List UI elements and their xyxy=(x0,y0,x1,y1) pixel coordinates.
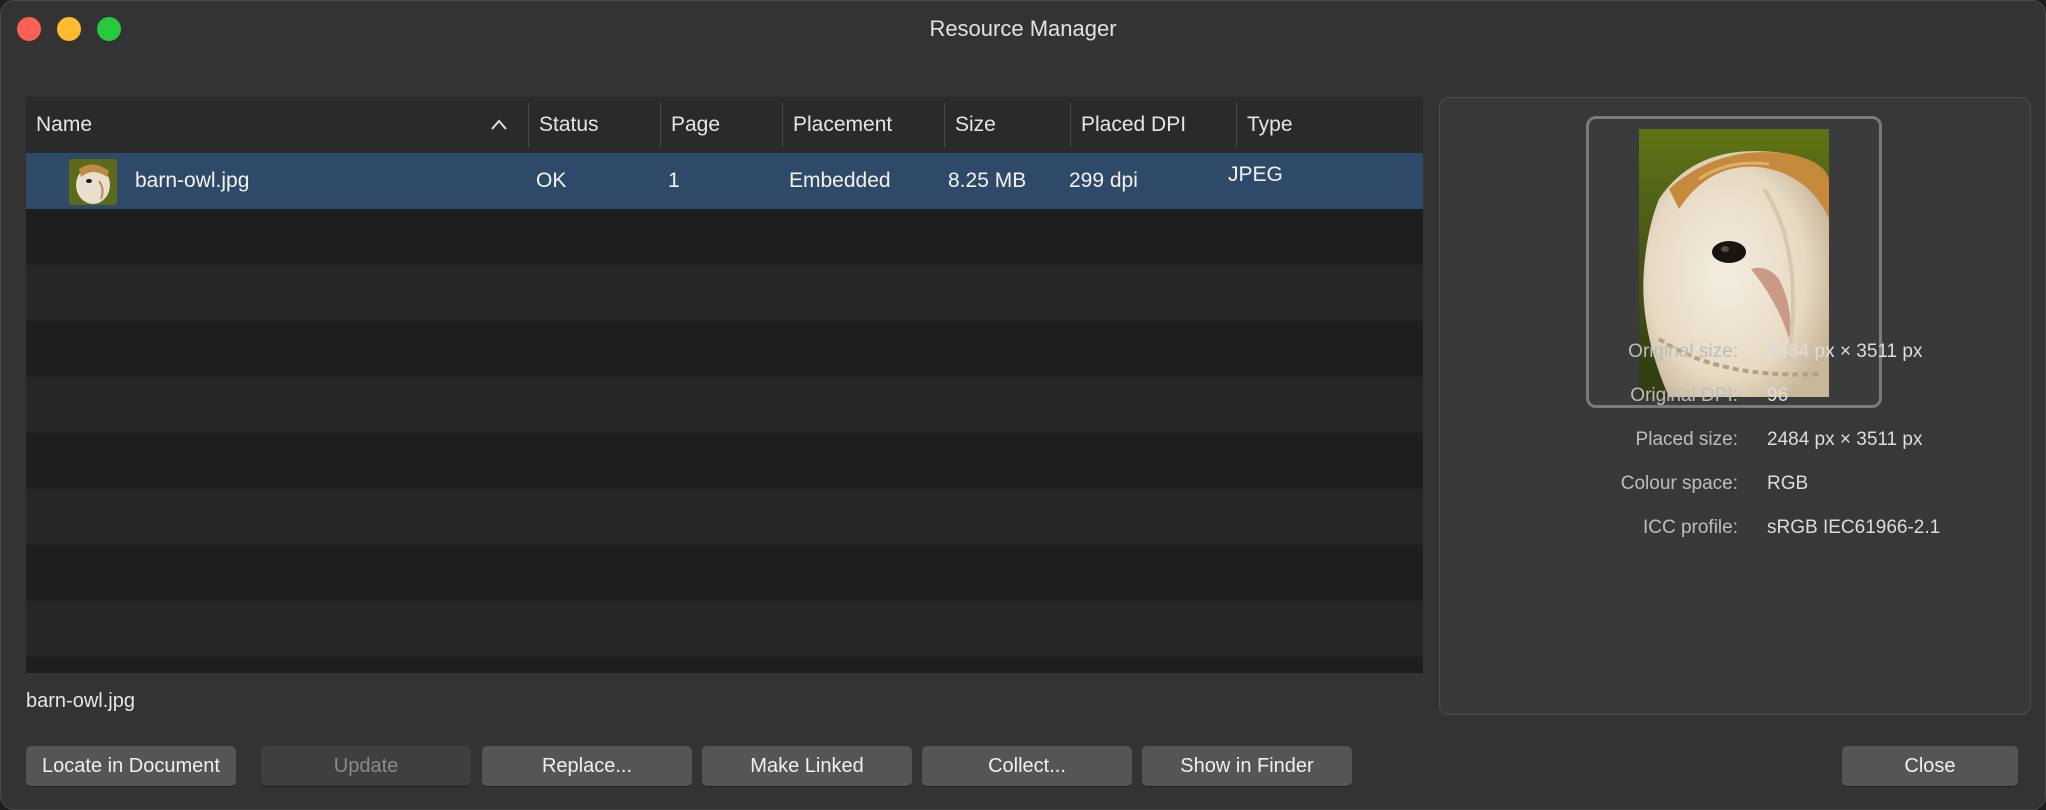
info-original-size: Original size: 2484 px × 3511 px xyxy=(1440,341,2030,371)
info-value: sRGB IEC61966-2.1 xyxy=(1767,517,1941,538)
resource-placement: Embedded xyxy=(789,169,891,192)
window-title: Resource Manager xyxy=(929,16,1117,41)
resource-size: 8.25 MB xyxy=(948,169,1027,192)
replace-button[interactable]: Replace... xyxy=(482,746,692,786)
barn-owl-thumbnail xyxy=(69,159,117,205)
column-header-page[interactable]: Page xyxy=(661,97,781,153)
empty-row xyxy=(26,321,1423,377)
resource-manager-window: Resource Manager Name Status Page Placem… xyxy=(0,0,2046,810)
resource-table: Name Status Page Placement Size Placed D… xyxy=(26,97,1423,673)
info-placed-size: Placed size: 2484 px × 3511 px xyxy=(1440,429,2030,459)
preview-panel: Original size: 2484 px × 3511 px Origina… xyxy=(1439,97,2031,715)
column-header-placed-dpi[interactable]: Placed DPI xyxy=(1071,97,1236,153)
resource-placed-dpi: 299 dpi xyxy=(1069,169,1138,192)
empty-row xyxy=(26,209,1423,265)
info-label: Original DPI: xyxy=(1630,385,1738,406)
empty-row xyxy=(26,433,1423,489)
resource-page: 1 xyxy=(668,169,680,192)
info-label: Placed size: xyxy=(1635,429,1738,450)
table-header: Name Status Page Placement Size Placed D… xyxy=(26,97,1423,153)
chevron-up-icon[interactable] xyxy=(489,115,509,135)
info-value: 96 xyxy=(1767,385,1789,406)
info-value: RGB xyxy=(1767,473,1809,494)
column-header-placement[interactable]: Placement xyxy=(783,97,943,153)
empty-row xyxy=(26,545,1423,601)
table-row[interactable]: barn-owl.jpg OK 1 Embedded 8.25 MB 299 d… xyxy=(26,153,1423,209)
resource-status: OK xyxy=(536,169,567,192)
info-original-dpi: Original DPI: 96 xyxy=(1440,385,2030,415)
info-label: Original size: xyxy=(1628,341,1738,362)
title-bar: Resource Manager xyxy=(1,1,2045,57)
make-linked-button[interactable]: Make Linked xyxy=(702,746,912,786)
empty-row xyxy=(26,377,1423,433)
update-button[interactable]: Update xyxy=(261,746,471,786)
resource-name: barn-owl.jpg xyxy=(135,169,250,192)
info-colour-space: Colour space: RGB xyxy=(1440,473,2030,503)
info-label: ICC profile: xyxy=(1642,517,1738,538)
column-header-size[interactable]: Size xyxy=(945,97,1070,153)
column-header-status[interactable]: Status xyxy=(529,97,659,153)
column-header-name[interactable]: Name xyxy=(26,97,506,153)
selected-resource-label: barn-owl.jpg xyxy=(26,690,135,712)
table-body: barn-owl.jpg OK 1 Embedded 8.25 MB 299 d… xyxy=(26,153,1423,657)
show-in-finder-button[interactable]: Show in Finder xyxy=(1142,746,1352,786)
empty-row xyxy=(26,601,1423,657)
empty-row xyxy=(26,489,1423,545)
close-button[interactable]: Close xyxy=(1842,746,2018,786)
column-header-type[interactable]: Type xyxy=(1237,97,1423,153)
resource-type: JPEG xyxy=(1228,163,1283,186)
collect-button[interactable]: Collect... xyxy=(922,746,1132,786)
info-label: Colour space: xyxy=(1620,473,1738,494)
empty-row xyxy=(26,265,1423,321)
info-icc-profile: ICC profile: sRGB IEC61966-2.1 xyxy=(1440,517,2030,547)
locate-in-document-button[interactable]: Locate in Document xyxy=(26,746,236,786)
info-value: 2484 px × 3511 px xyxy=(1767,429,1923,450)
info-value: 2484 px × 3511 px xyxy=(1767,341,1923,362)
